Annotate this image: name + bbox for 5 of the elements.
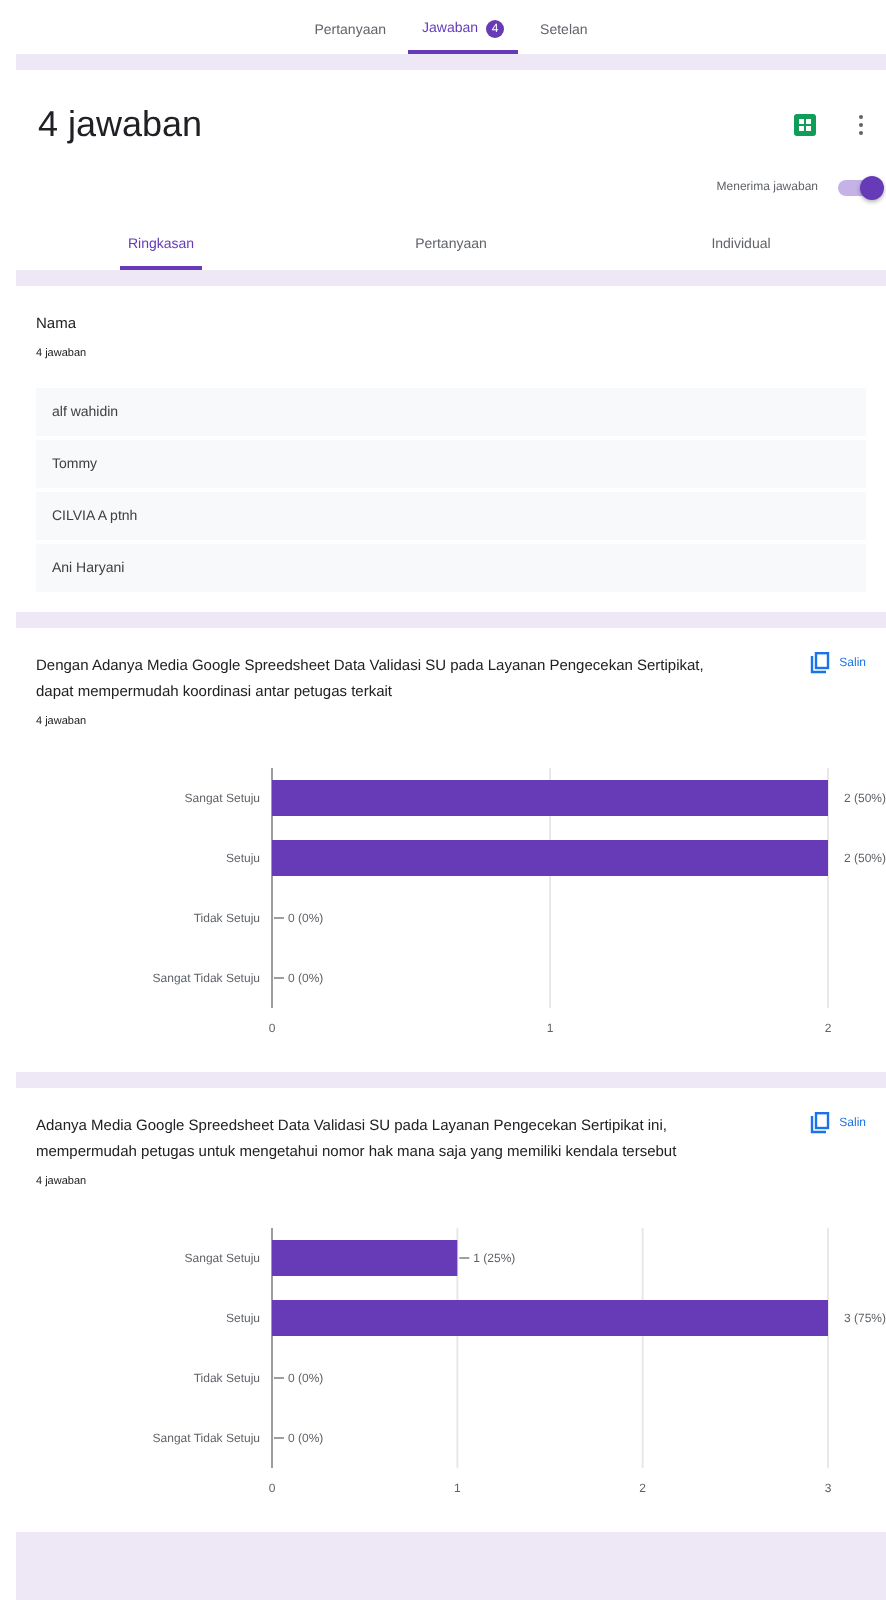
accept-switch[interactable] (838, 180, 878, 196)
copy-icon (809, 1112, 830, 1134)
page-title: 4 jawaban (38, 103, 205, 145)
spreadsheet-icon[interactable] (790, 110, 818, 138)
copy-icon (809, 652, 830, 674)
